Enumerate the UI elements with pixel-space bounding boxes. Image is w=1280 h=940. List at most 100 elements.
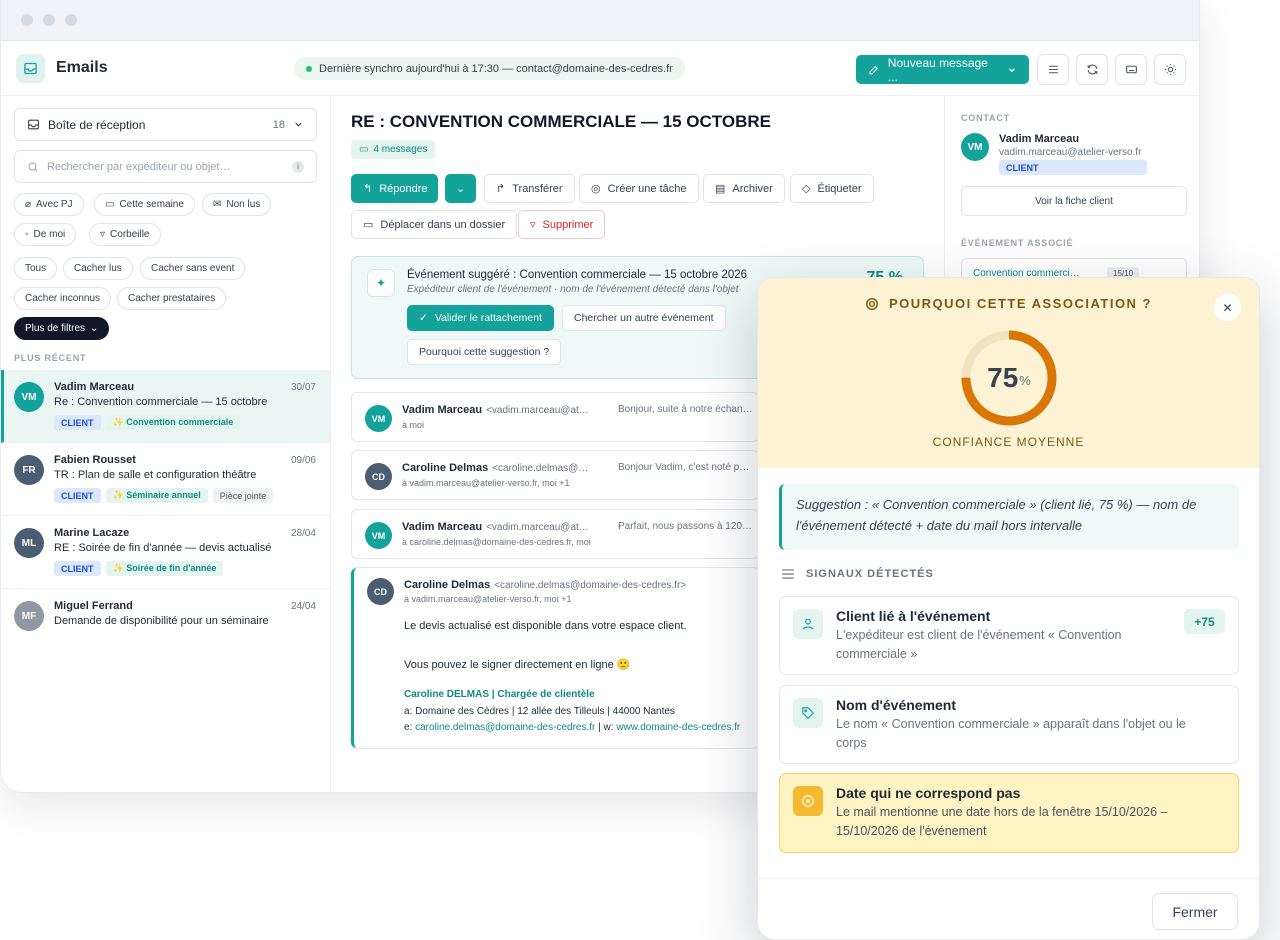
delete-button[interactable]: ▿ Supprimer: [518, 210, 606, 239]
mail-list-item[interactable]: VM Vadim Marceau 30/07 Re : Convention c…: [1, 370, 330, 443]
mail-tags: CLIENT ✨ Séminaire annuel Pièce jointe: [54, 488, 274, 503]
keyboard-button[interactable]: [1115, 54, 1147, 85]
filter-trash[interactable]: ▿ Corbeille: [89, 223, 161, 246]
why-suggestion-button[interactable]: Pourquoi cette suggestion ?: [407, 339, 562, 365]
move-label: Déplacer dans un dossier: [380, 218, 506, 231]
forward-button[interactable]: ↱ Transférer: [484, 174, 575, 203]
filter-from-me[interactable]: ◦ De moi: [14, 223, 77, 246]
info-icon[interactable]: i: [292, 160, 304, 173]
sync-status: Dernière synchro aujourd'hui à 17:30 — c…: [294, 57, 685, 80]
target-icon: [866, 297, 878, 310]
trash-icon: ▿: [530, 219, 536, 231]
avatar: MF: [14, 601, 44, 631]
filter-label: Cacher sans event: [151, 263, 235, 274]
refresh-button[interactable]: [1076, 54, 1108, 85]
thread-recipients: à vadim.marceau@atelier-verso.fr, moi +1: [402, 478, 570, 488]
mail-from: Miguel Ferrand: [54, 600, 133, 612]
chevron-down-icon: [1009, 67, 1015, 72]
why-label: Pourquoi cette suggestion ?: [419, 346, 550, 358]
close-icon[interactable]: ✕: [1214, 294, 1241, 321]
signal-description: Le mail mentionne une date hors de la fe…: [836, 805, 1168, 838]
thread-message[interactable]: CD Caroline Delmas <caroline.delmas@… à v…: [351, 450, 759, 500]
filter-hide-read[interactable]: Cacher lus: [63, 257, 133, 280]
search-placeholder: Rechercher par expéditeur ou objet…: [47, 160, 231, 173]
mail-subject: Re : Convention commerciale — 15 octobre: [54, 396, 268, 408]
mailbox-name: Boîte de réception: [48, 117, 146, 132]
reply-button[interactable]: ↰ Répondre: [351, 174, 438, 203]
window-minimize-dot[interactable]: [43, 14, 55, 26]
filter-hide-unknown[interactable]: Cacher inconnus: [14, 287, 112, 310]
filter-label: Cacher prestataires: [128, 293, 216, 304]
event-section-label: ÉVÉNEMENT ASSOCIÉ: [961, 238, 1074, 248]
signature-web-link[interactable]: www.domaine-des-cedres.fr: [616, 722, 740, 733]
list-icon: [782, 569, 794, 579]
mail-from: Vadim Marceau: [54, 381, 135, 393]
filter-hide-no-event[interactable]: Cacher sans event: [140, 257, 246, 280]
open-message: CD Caroline Delmas <caroline.delmas@domai…: [351, 568, 759, 748]
search-other-event-button[interactable]: Chercher un autre événement: [562, 305, 726, 331]
signature-name: Caroline DELMAS | Chargée de clientèle: [404, 689, 595, 700]
filter-label: Cacher lus: [74, 263, 122, 274]
avatar: VM: [961, 133, 989, 161]
list-view-button[interactable]: [1037, 54, 1069, 85]
thread-message[interactable]: VM Vadim Marceau <vadim.marceau@at… à moi…: [351, 392, 759, 442]
archive-button[interactable]: ▤ Archiver: [703, 174, 785, 203]
filter-unread[interactable]: ✉ Non lus: [202, 193, 272, 216]
chevron-down-icon: ⌄: [455, 183, 466, 195]
filter-this-week[interactable]: ▭ Cette semaine: [94, 193, 195, 216]
signature-address: a: Domaine des Cèdres | 12 allée des Til…: [404, 706, 675, 717]
thread-recipients: à moi: [402, 420, 425, 430]
more-filters-button[interactable]: Plus de filtres ⌄: [14, 317, 110, 340]
move-button[interactable]: ▭ Déplacer dans un dossier: [351, 210, 518, 239]
filter-all[interactable]: Tous: [14, 257, 58, 280]
inbox-icon: [16, 53, 45, 83]
search-input[interactable]: Rechercher par expéditeur ou objet… i: [14, 150, 317, 183]
contact-badge: CLIENT: [999, 160, 1147, 175]
close-button[interactable]: Fermer: [1152, 893, 1238, 930]
mail-list-item[interactable]: FR Fabien Rousset 09/06 TR : Plan de sal…: [1, 443, 330, 516]
settings-button[interactable]: [1154, 54, 1186, 85]
filter-label: Cacher inconnus: [25, 293, 101, 304]
tag-icon: [793, 698, 823, 728]
new-message-label: Nouveau message ...: [887, 55, 988, 84]
mail-date: 28/04: [290, 528, 316, 539]
avatar: CD: [367, 578, 394, 605]
suggestion-title: Événement suggéré : Convention commercia…: [407, 269, 748, 281]
validate-attachment-button[interactable]: ✓ Valider le rattachement: [407, 305, 555, 331]
association-modal: POURQUOI CETTE ASSOCIATION ? ✕ 75% CONFI…: [757, 277, 1260, 940]
mailbox-count: 18: [272, 118, 285, 131]
attachment-tag: Pièce jointe: [212, 488, 274, 503]
thread-address: <vadim.marceau@at…: [486, 405, 589, 416]
mail-subject: RE : Soirée de fin d'année — devis actua…: [54, 542, 272, 554]
thread-recipients: à caroline.delmas@domaine-des-cedres.fr,…: [402, 537, 591, 547]
label-button[interactable]: ◇ Étiqueter: [790, 174, 874, 203]
mailbox-select[interactable]: Boîte de réception 18: [14, 108, 317, 141]
mail-tags: CLIENT ✨ Soirée de fin d'année: [54, 561, 224, 576]
window-maximize-dot[interactable]: [65, 14, 77, 26]
new-message-button[interactable]: Nouveau message ...: [856, 55, 1029, 84]
reply-icon: ↰: [363, 183, 373, 195]
create-task-button[interactable]: ◎ Créer une tâche: [579, 174, 699, 203]
thread-from: Vadim Marceau <vadim.marceau@at…: [402, 521, 589, 533]
window-close-dot[interactable]: [21, 14, 33, 26]
filter-hide-vendors[interactable]: Cacher prestataires: [117, 287, 227, 310]
mail-list-item[interactable]: MF Miguel Ferrand 24/04 Demande de dispo…: [1, 589, 330, 662]
validate-label: Valider le rattachement: [434, 312, 543, 324]
view-client-button[interactable]: Voir la fiche client: [961, 186, 1187, 216]
check-circle-icon: ◎: [591, 183, 601, 195]
mail-date: 30/07: [290, 382, 316, 393]
message-count-badge: ▭ 4 messages: [351, 140, 436, 159]
open-message-line: Vous pouvez le signer directement en lig…: [404, 659, 631, 671]
sparkle-icon: ✦: [367, 269, 395, 297]
reply-options-button[interactable]: ⌄: [445, 174, 476, 203]
window-titlebar: [1, 0, 1199, 41]
filter-label: Plus de filtres: [25, 323, 86, 334]
chevron-down-icon: [295, 122, 302, 127]
mail-list-item[interactable]: ML Marine Lacaze 28/04 RE : Soirée de fi…: [1, 516, 330, 589]
signal-title: Nom d'événement: [836, 697, 957, 713]
signal-description: L'expéditeur est client de l'événement «…: [836, 628, 1122, 661]
thread-message[interactable]: VM Vadim Marceau <vadim.marceau@at… à car…: [351, 509, 759, 559]
open-sender: Caroline Delmas: [404, 579, 491, 591]
signature-email-link[interactable]: caroline.delmas@domaine-des-cedres.fr: [415, 722, 595, 733]
filter-attachments[interactable]: ⌀ Avec PJ: [14, 193, 84, 216]
